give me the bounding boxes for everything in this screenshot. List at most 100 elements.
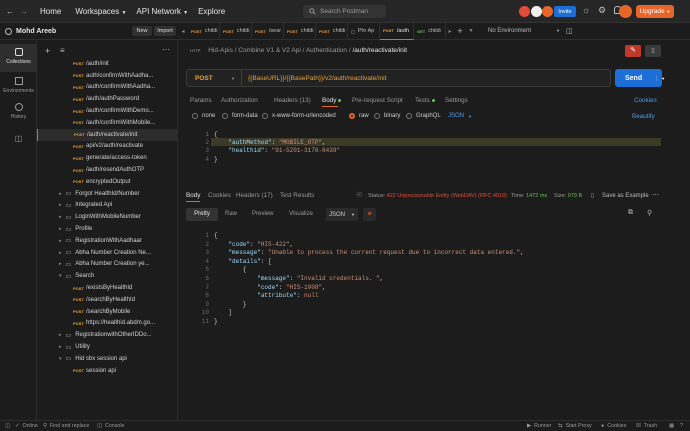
comments-icon[interactable]: ▯ xyxy=(645,45,661,57)
tab-request[interactable]: POST childi xyxy=(284,22,316,40)
request-item[interactable]: POST https://healthid.abdm.go... xyxy=(37,318,177,330)
url-input[interactable]: {{BaseURL}}/{{BasePath}}/v2/auth/reactiv… xyxy=(248,75,386,82)
body-mode-raw[interactable]: raw xyxy=(349,113,369,119)
wrap-lines-icon[interactable]: ≡ xyxy=(363,208,376,221)
body-language-select[interactable]: JSON ▼ xyxy=(448,113,472,119)
request-item[interactable]: POST api/v2/auth/reactivate xyxy=(37,141,177,153)
chevron-right-icon[interactable]: ▸ xyxy=(59,191,62,197)
chevron-right-icon[interactable]: ▸ xyxy=(59,250,62,256)
tab-prerequest-script[interactable]: Pre-request Script xyxy=(352,97,403,104)
body-mode-binary[interactable]: binary xyxy=(374,113,400,119)
folder-item[interactable]: ▸ ▭ Abha Number Creation ye... xyxy=(37,259,177,271)
format-select[interactable]: JSON ▼ xyxy=(326,208,358,221)
request-body-editor[interactable]: 1 {2 "authMethod": "MOBILE_OTP", 3 "health… xyxy=(186,128,662,183)
request-item[interactable]: POST/existsByHealthId xyxy=(37,282,177,294)
tab-request[interactable]: GET childi xyxy=(414,22,446,40)
folder-item[interactable]: ▸ ▭ RegistrationwithOtherIDDo... xyxy=(37,329,177,341)
request-item[interactable]: POST session api xyxy=(37,365,177,377)
cookies-link[interactable]: Cookies xyxy=(634,97,657,104)
new-button[interactable]: New xyxy=(132,26,152,36)
request-item[interactable]: POST/auth/init xyxy=(37,58,177,70)
chevron-right-icon[interactable]: ▸ xyxy=(59,332,62,338)
body-mode-none[interactable]: none xyxy=(192,113,215,119)
trash-button[interactable]: ☒ Trash xyxy=(636,423,657,429)
request-item[interactable]: POST/auth/confirmWithDemo... xyxy=(37,105,177,117)
folder-item[interactable]: ▾ ▭ Hid sbx session api xyxy=(37,353,177,365)
copy-icon[interactable]: ⧉ xyxy=(628,209,633,217)
folder-item[interactable]: ▸ ▭ RegistrationWithAadhaar xyxy=(37,235,177,247)
chevron-right-icon[interactable]: ▸ xyxy=(59,226,62,232)
view-preview[interactable]: Preview xyxy=(252,211,273,217)
resp-tab-cookies[interactable]: Cookies xyxy=(208,192,231,199)
console-button[interactable]: ◫ Console xyxy=(97,423,124,429)
tab-request[interactable]: POST childi xyxy=(188,22,220,40)
filter-icon[interactable]: ≡ xyxy=(60,46,65,55)
new-tab-icon[interactable]: + xyxy=(454,26,466,36)
toggle-sidebar-icon[interactable]: ◫ xyxy=(5,423,10,429)
folder-item[interactable]: ▸ ▭ Integrated Api xyxy=(37,200,177,212)
tab-request[interactable]: POST childi xyxy=(316,22,348,40)
request-item[interactable]: POST generate/access-token xyxy=(37,152,177,164)
tab-settings[interactable]: Settings xyxy=(445,97,468,104)
cookies-button[interactable]: ● Cookies xyxy=(601,423,626,429)
body-mode-graphql[interactable]: GraphQL xyxy=(406,113,441,119)
view-pretty[interactable]: Pretty xyxy=(186,208,218,221)
chevron-down-icon[interactable]: ▾ xyxy=(59,273,62,279)
save-as-example-button[interactable]: Save as Example xyxy=(602,193,649,199)
breadcrumb-item[interactable]: Combine V1 & V2 Api xyxy=(238,47,301,54)
request-item[interactable]: POST encryptedOutput xyxy=(37,176,177,188)
request-item[interactable]: POST/searchByMobile xyxy=(37,306,177,318)
view-visualize[interactable]: Visualize xyxy=(289,211,313,217)
search-input[interactable]: Search Postman xyxy=(303,5,386,18)
back-arrow-icon[interactable]: ← xyxy=(6,7,14,16)
avatar[interactable] xyxy=(519,6,530,17)
avatar[interactable] xyxy=(531,6,542,17)
chevron-right-icon[interactable]: ▸ xyxy=(59,214,62,220)
body-mode-form-data[interactable]: form-data xyxy=(222,113,258,119)
edit-button[interactable]: ✎ xyxy=(625,45,641,57)
environment-selector[interactable]: No Environment ▼ xyxy=(488,28,560,34)
help-icon[interactable]: ? xyxy=(680,423,683,429)
resp-tab-headers[interactable]: Headers (17) xyxy=(236,192,273,199)
forward-arrow-icon[interactable]: → xyxy=(20,7,28,16)
request-item[interactable]: POST/auth/authPassword xyxy=(37,93,177,105)
satellite-icon[interactable]: ☼ xyxy=(582,5,590,15)
layout-icon[interactable]: ▦ xyxy=(669,423,674,429)
tab-request[interactable]: POST/sear xyxy=(252,22,284,40)
tab-scroll-left-icon[interactable]: ◂ xyxy=(178,28,188,35)
tab-request[interactable]: POST/auth xyxy=(380,22,414,40)
send-button[interactable]: Send ▼ xyxy=(615,69,665,87)
chevron-right-icon[interactable]: ▸ xyxy=(59,202,62,208)
chevron-down-icon[interactable]: ▼ xyxy=(656,75,665,81)
resp-tab-test-results[interactable]: Test Results xyxy=(280,192,314,199)
view-raw[interactable]: Raw xyxy=(225,211,237,217)
search-icon[interactable]: ⚲ xyxy=(647,209,652,217)
folder-item[interactable]: ▸ ▭ Abha Number Creation Ne... xyxy=(37,247,177,259)
request-item[interactable]: POST/auth/confirmWithAadha... xyxy=(37,82,177,94)
add-icon[interactable]: + xyxy=(45,46,50,56)
tab-scroll-right-icon[interactable]: ▸ xyxy=(446,28,454,35)
avatar[interactable] xyxy=(542,6,553,17)
environment-quicklook-icon[interactable]: ◫ xyxy=(566,27,573,35)
import-button[interactable]: Import xyxy=(154,26,176,36)
folder-item[interactable]: ▾ ▭ Search xyxy=(37,270,177,282)
configure-sidebar-icon[interactable]: ◫ xyxy=(0,134,37,144)
start-proxy-button[interactable]: ⇆ Start Proxy xyxy=(558,423,592,429)
tab-authorization[interactable]: Authorization xyxy=(221,97,258,104)
tab-tests[interactable]: Tests xyxy=(415,97,435,104)
request-item[interactable]: POST/searchByHealthId xyxy=(37,294,177,306)
beautify-link[interactable]: Beautify xyxy=(632,113,655,120)
request-item[interactable]: POST auth/confirmWithAadha... xyxy=(37,70,177,82)
tab-request[interactable]: POST childi xyxy=(220,22,252,40)
breadcrumb-item[interactable]: Authentication xyxy=(306,47,347,54)
explore-link[interactable]: Explore xyxy=(198,7,225,16)
upgrade-button[interactable]: Upgrade ▼ xyxy=(636,5,674,18)
online-status[interactable]: ✓ Online xyxy=(15,423,38,429)
request-item[interactable]: POST/auth/confirmWithMobile... xyxy=(37,117,177,129)
rail-history[interactable]: History xyxy=(0,100,37,124)
more-options-icon[interactable]: ⋯ xyxy=(652,191,659,199)
chevron-right-icon[interactable]: ▸ xyxy=(59,344,62,350)
tab-body[interactable]: Body xyxy=(322,97,342,104)
runner-button[interactable]: ▶ Runner xyxy=(527,423,551,429)
chevron-right-icon[interactable]: ▸ xyxy=(59,238,62,244)
